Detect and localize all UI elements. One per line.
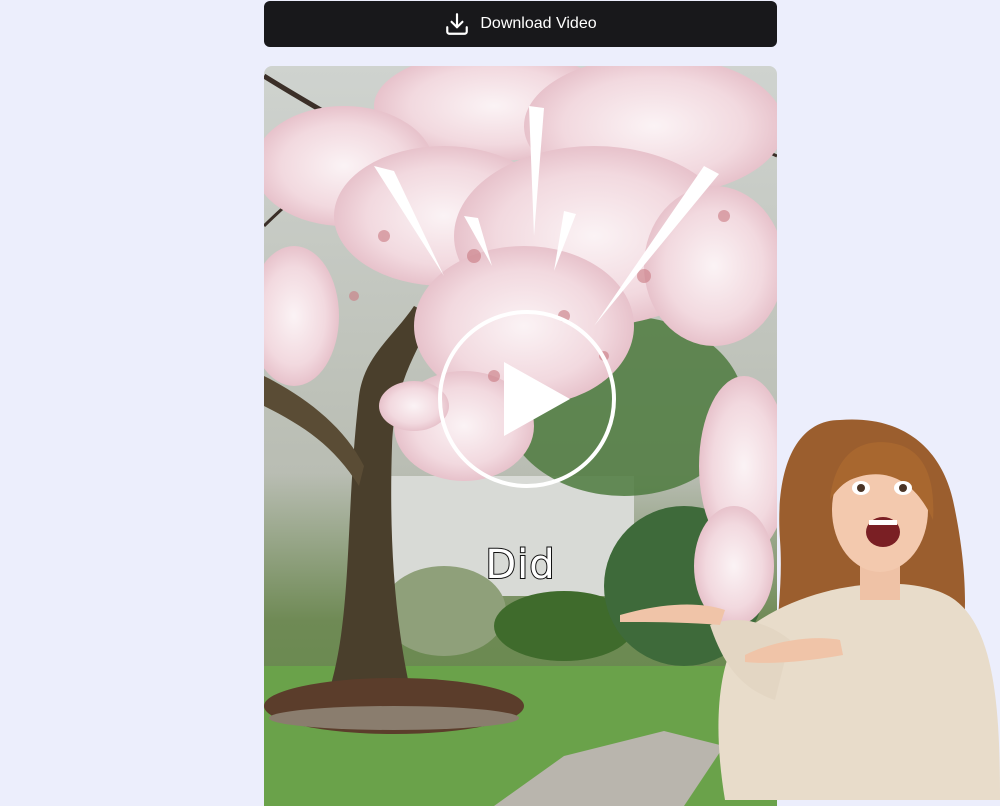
play-icon [504, 362, 570, 436]
download-video-button[interactable]: Download Video [264, 1, 777, 47]
play-button[interactable] [438, 310, 616, 488]
download-video-label: Download Video [480, 15, 597, 32]
download-icon [444, 11, 470, 37]
presenter-illustration [620, 419, 1000, 800]
